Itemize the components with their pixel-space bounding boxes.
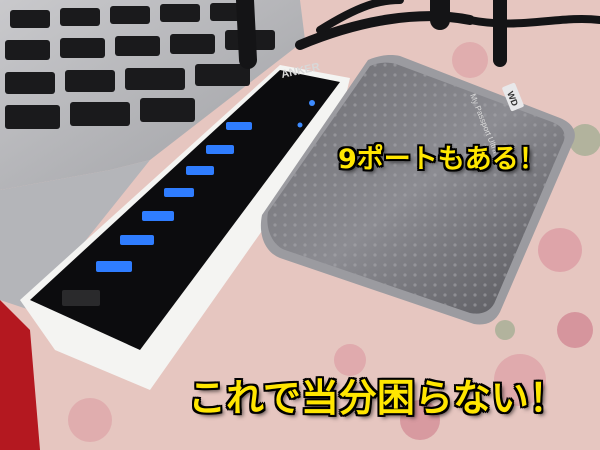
- status-led: [297, 122, 303, 128]
- photo-scene: ANKER WD My Passport Ultra 9ポートもある！ これで当…: [0, 0, 600, 450]
- charging-port: [62, 290, 100, 306]
- caption-bottom: これで当分困らない！: [188, 376, 567, 420]
- caption-top: 9ポートもある！: [338, 144, 546, 175]
- status-led: [309, 100, 315, 106]
